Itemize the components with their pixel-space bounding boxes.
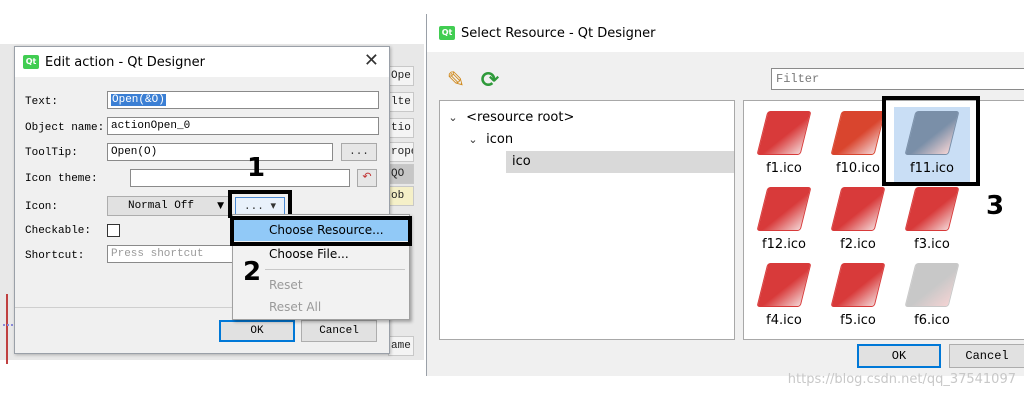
file-icon [756, 111, 812, 155]
icon-theme-label: Icon theme: [25, 173, 98, 185]
tree-item-icon[interactable]: ⌄ icon [464, 129, 724, 151]
resource-tile-f1[interactable]: f1.ico [746, 107, 822, 183]
title-bar: Qt Edit action - Qt Designer ✕ [15, 47, 389, 77]
ok-button[interactable]: OK [857, 344, 941, 368]
chevron-down-icon: ⌄ [468, 133, 478, 146]
folder-icon [830, 111, 886, 155]
resource-label: f3.ico [914, 237, 950, 252]
bg-stripe: Ope [388, 66, 414, 86]
resource-tile-f6[interactable]: f6.ico [894, 259, 970, 335]
text-label: Text: [25, 96, 59, 108]
resource-tile-f2[interactable]: f2.ico [820, 183, 896, 259]
file-icon [830, 263, 886, 307]
bg-stripe: tio [388, 118, 414, 138]
checkable-label: Checkable: [25, 225, 92, 237]
close-icon[interactable]: ✕ [364, 52, 379, 70]
select-resource-dialog: Qt Select Resource - Qt Designer ✎ ⟳ Fil… [426, 14, 1024, 376]
cancel-button[interactable]: Cancel [301, 320, 377, 342]
tooltip-more-button[interactable]: ... [341, 143, 377, 161]
shortcut-input[interactable]: Press shortcut [107, 245, 237, 263]
tooltip-label: ToolTip: [25, 147, 78, 159]
window-title: Select Resource - Qt Designer [461, 25, 656, 41]
resource-label: f6.ico [914, 313, 950, 328]
resource-tree: ⌄ <resource root> ⌄ icon ico [439, 100, 735, 340]
chevron-down-icon: ⌄ [448, 111, 458, 124]
tree-item-label: <resource root> [466, 110, 575, 125]
shortcut-label: Shortcut: [25, 250, 85, 262]
object-name-label: Object name: [25, 122, 105, 134]
chevron-down-icon: ▼ [217, 201, 224, 211]
object-name-input[interactable]: actionOpen_0 [107, 117, 379, 135]
tooltip-input[interactable]: Open(O) [107, 143, 333, 161]
resource-label: f12.ico [762, 237, 806, 252]
icon-mode-combo[interactable]: Normal Off ▼ [107, 196, 231, 216]
file-icon [756, 187, 812, 231]
icon-label: Icon: [25, 201, 59, 213]
resource-tile-f12[interactable]: f12.ico [746, 183, 822, 259]
file-icon [904, 187, 960, 231]
file-icon [830, 187, 886, 231]
annotation-box-3 [882, 96, 980, 186]
text-value: Open(&O) [111, 94, 166, 106]
filter-input[interactable]: Filter [771, 68, 1024, 90]
resource-label: f4.ico [766, 313, 802, 328]
resource-tile-f3[interactable]: f3.ico [894, 183, 970, 259]
checkable-checkbox[interactable] [107, 224, 120, 237]
reload-icon[interactable]: ⟳ [477, 68, 503, 94]
bg-stripe: rope [388, 142, 414, 162]
text-input[interactable]: Open(&O) [107, 91, 379, 109]
file-icon [904, 263, 960, 307]
qt-logo-icon: Qt [23, 55, 39, 69]
icon-theme-reset-button[interactable]: ↶ [357, 169, 377, 187]
resource-label: f1.ico [766, 161, 802, 176]
resource-tile-f5[interactable]: f5.ico [820, 259, 896, 335]
title-bar: Qt Select Resource - Qt Designer [427, 14, 1024, 52]
menu-item-reset-all[interactable]: Reset All [233, 296, 409, 318]
qt-logo-icon: Qt [439, 26, 455, 40]
tree-item-label: icon [486, 132, 514, 147]
annotation-number-3: 3 [986, 191, 1005, 221]
bg-stripe: lte [388, 92, 414, 112]
bg-dashes [3, 324, 13, 332]
bg-stripe: ame [388, 336, 414, 356]
bg-stripe: QO [388, 164, 414, 184]
cancel-button[interactable]: Cancel [949, 344, 1024, 368]
tree-item-root[interactable]: ⌄ <resource root> [444, 107, 724, 129]
icon-mode-value: Normal Off [127, 200, 194, 212]
ok-button[interactable]: OK [219, 320, 295, 342]
resource-label: f2.ico [840, 237, 876, 252]
watermark: https://blog.csdn.net/qq_37541097 [787, 372, 1016, 387]
icon-theme-input[interactable] [130, 169, 350, 187]
resource-label: f5.ico [840, 313, 876, 328]
window-title: Edit action - Qt Designer [45, 54, 205, 70]
file-icon [756, 263, 812, 307]
annotation-box-menu [230, 216, 412, 246]
annotation-number-1: 1 [247, 153, 266, 183]
annotation-number-2: 2 [243, 257, 262, 287]
tree-item-label: ico [512, 154, 531, 169]
menu-separator [265, 269, 405, 270]
bg-stripe: ob [388, 186, 414, 206]
pencil-icon[interactable]: ✎ [443, 68, 469, 94]
tree-item-ico[interactable]: ico [506, 151, 734, 173]
resource-tile-f4[interactable]: f4.ico [746, 259, 822, 335]
